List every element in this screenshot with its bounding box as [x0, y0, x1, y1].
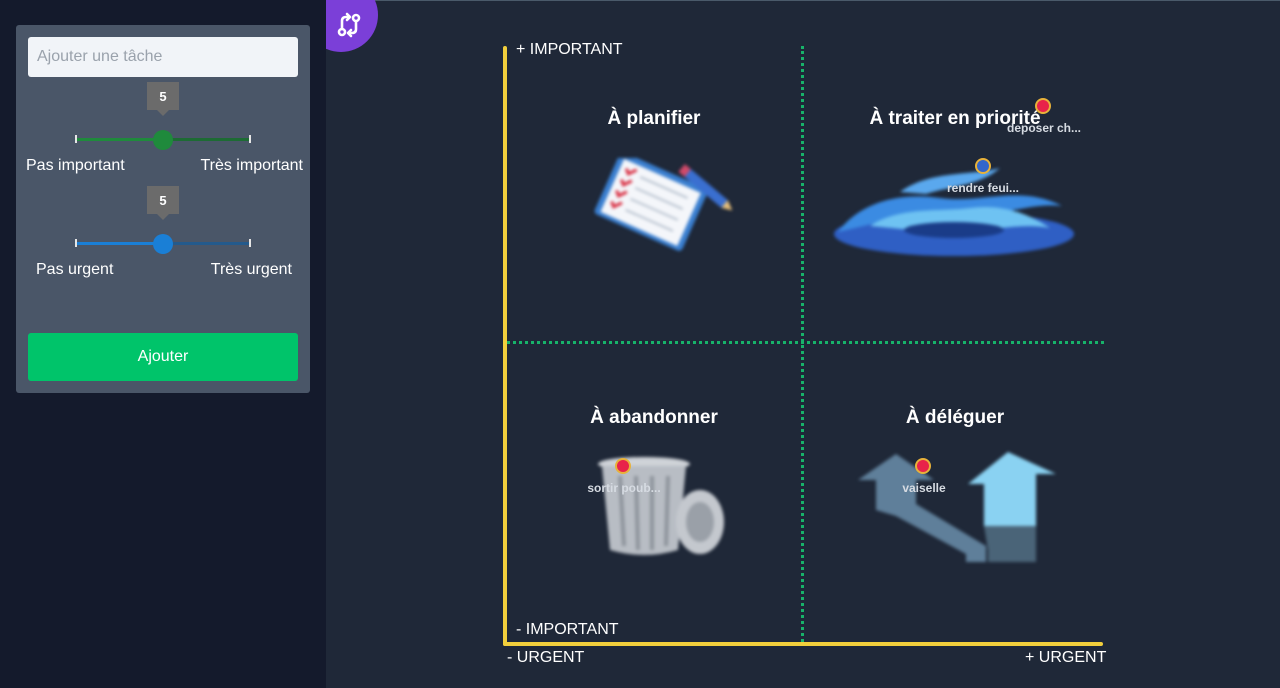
task-marker[interactable]: [615, 458, 631, 474]
top-divider: [326, 0, 1280, 1]
axis-label-urgent-left: - URGENT: [507, 649, 585, 666]
switch-view-button[interactable]: [326, 0, 378, 52]
task-label[interactable]: sortir poub...: [587, 481, 660, 495]
clipboard-checklist-icon: [594, 158, 732, 251]
task-label[interactable]: rendre feui...: [947, 181, 1019, 195]
urgency-fill: [75, 242, 163, 245]
importance-min-tick: [75, 135, 77, 143]
add-task-button[interactable]: Ajouter: [28, 333, 298, 381]
importance-max-tick: [249, 135, 251, 143]
vertical-divider: [801, 46, 804, 642]
importance-max-label: Très important: [200, 157, 303, 174]
importance-axis: [503, 46, 507, 646]
axis-label-important-top: + IMPORTANT: [516, 41, 623, 58]
fire-icon: [834, 168, 1074, 256]
urgency-max-tick: [249, 239, 251, 247]
task-input[interactable]: [28, 37, 298, 77]
quadrant-title-delegate: À déléguer: [905, 407, 1005, 428]
horizontal-divider: [507, 341, 1104, 344]
task-marker[interactable]: [1035, 98, 1051, 114]
importance-fill: [75, 138, 163, 141]
task-label[interactable]: vaiselle: [902, 481, 945, 495]
split-arrows-icon: [858, 452, 1056, 562]
importance-value-bubble: 5: [147, 82, 179, 116]
urgency-min-tick: [75, 239, 77, 247]
urgency-min-label: Pas urgent: [36, 261, 114, 278]
urgency-thumb[interactable]: [153, 234, 173, 254]
task-marker[interactable]: [915, 458, 931, 474]
importance-slider[interactable]: 5: [75, 82, 251, 150]
importance-thumb[interactable]: [153, 130, 173, 150]
quadrant-title-abandon: À abandonner: [590, 407, 718, 428]
git-compare-icon: [337, 12, 361, 38]
urgency-max-label: Très urgent: [210, 261, 292, 278]
urgency-axis: [503, 642, 1103, 646]
axis-label-important-bottom: - IMPORTANT: [516, 621, 619, 638]
axis-label-urgent-right: + URGENT: [1025, 649, 1107, 666]
task-marker[interactable]: [975, 158, 991, 174]
urgency-slider[interactable]: 5: [75, 186, 251, 254]
urgency-value-bubble: 5: [147, 186, 179, 220]
trash-can-icon: [598, 457, 724, 555]
importance-min-label: Pas important: [26, 157, 125, 174]
task-form-panel: 5 Pas important Très important 5 Pas urg…: [16, 25, 310, 393]
task-label[interactable]: deposer ch...: [1007, 121, 1081, 135]
quadrant-title-plan: À planifier: [607, 108, 701, 129]
